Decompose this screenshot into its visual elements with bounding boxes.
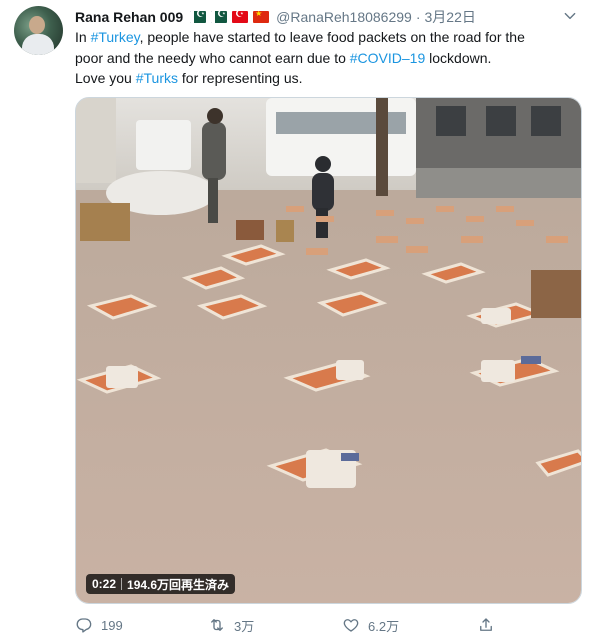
video-player[interactable]: 0:22 194.6万回再生済み: [75, 97, 582, 604]
video-view-count: 194.6万回再生済み: [127, 577, 230, 592]
reply-button[interactable]: 199: [75, 616, 123, 634]
author-handle[interactable]: @RanaReh18086299: [276, 9, 412, 25]
avatar-face: [29, 16, 45, 34]
pakistan-flag-icon: [211, 11, 228, 23]
chevron-down-icon[interactable]: [560, 6, 580, 26]
like-count: 6.2万: [368, 618, 400, 634]
reply-count: 199: [101, 617, 123, 633]
avatar[interactable]: [14, 6, 63, 55]
hashtag-turkey[interactable]: #Turkey: [91, 29, 140, 45]
pakistan-flag-icon: [190, 11, 207, 23]
tweet-actions: 199 3万 6.2万: [75, 614, 575, 636]
reply-icon: [76, 618, 92, 633]
tweet-header: Rana Rehan 009 @RanaReh18086299 · 3月22日: [75, 7, 476, 27]
china-flag-icon: [253, 11, 270, 23]
retweet-count: 3万: [234, 618, 255, 634]
avatar-shirt: [22, 34, 54, 55]
author-name[interactable]: Rana Rehan 009: [75, 9, 183, 25]
share-button[interactable]: [477, 616, 495, 634]
share-icon: [480, 618, 492, 631]
retweet-button[interactable]: 3万: [208, 616, 254, 635]
video-info-badge: 0:22 194.6万回再生済み: [86, 574, 236, 594]
video-frame: [76, 98, 581, 603]
flag-emojis: [190, 11, 270, 23]
tweet-text-line: Love you #Turks for representing us.: [75, 70, 303, 86]
hashtag-turks[interactable]: #Turks: [136, 70, 178, 86]
video-duration: 0:22: [92, 577, 117, 591]
tweet[interactable]: Rana Rehan 009 @RanaReh18086299 · 3月22日 …: [0, 0, 596, 641]
retweet-icon: [211, 619, 223, 631]
tweet-text-line: poor and the needy who cannot earn due t…: [75, 49, 492, 66]
like-button[interactable]: 6.2万: [342, 616, 399, 635]
tweet-text-line: In #Turkey, people have started to leave…: [75, 29, 525, 45]
hashtag-covid19[interactable]: #COVID–19: [350, 50, 425, 66]
badge-divider: [121, 578, 123, 590]
header-separator: ·: [415, 9, 421, 25]
heart-icon: [343, 619, 359, 632]
turkey-flag-icon: [232, 11, 249, 23]
tweet-date[interactable]: 3月22日: [425, 7, 476, 27]
tweet-text: In #Turkey, people have started to leave…: [75, 27, 580, 89]
